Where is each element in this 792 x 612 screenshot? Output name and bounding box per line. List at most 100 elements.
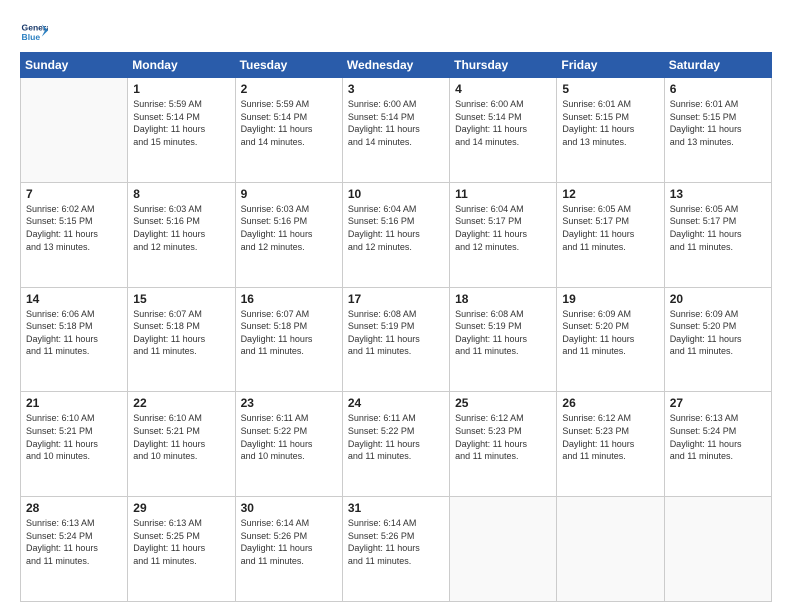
day-info: Sunrise: 6:00 AM Sunset: 5:14 PM Dayligh… — [348, 98, 444, 148]
day-info: Sunrise: 6:01 AM Sunset: 5:15 PM Dayligh… — [670, 98, 766, 148]
calendar-cell: 29 Sunrise: 6:13 AM Sunset: 5:25 PM Dayli… — [128, 497, 235, 602]
day-info: Sunrise: 6:05 AM Sunset: 5:17 PM Dayligh… — [670, 203, 766, 253]
day-number: 24 — [348, 396, 444, 410]
weekday-header-saturday: Saturday — [664, 53, 771, 78]
calendar-cell: 28 Sunrise: 6:13 AM Sunset: 5:24 PM Dayli… — [21, 497, 128, 602]
day-number: 18 — [455, 292, 551, 306]
calendar-cell: 3 Sunrise: 6:00 AM Sunset: 5:14 PM Daylig… — [342, 78, 449, 183]
day-number: 31 — [348, 501, 444, 515]
day-info: Sunrise: 6:07 AM Sunset: 5:18 PM Dayligh… — [133, 308, 229, 358]
calendar-cell: 18 Sunrise: 6:08 AM Sunset: 5:19 PM Dayli… — [450, 287, 557, 392]
day-number: 19 — [562, 292, 658, 306]
calendar-cell — [664, 497, 771, 602]
calendar-cell: 14 Sunrise: 6:06 AM Sunset: 5:18 PM Dayli… — [21, 287, 128, 392]
calendar-cell: 20Sunrise: 6:09 AM Sunset: 5:20 PM Dayli… — [664, 287, 771, 392]
day-number: 9 — [241, 187, 337, 201]
calendar-cell: 7 Sunrise: 6:02 AM Sunset: 5:15 PM Daylig… — [21, 182, 128, 287]
day-number: 6 — [670, 82, 766, 96]
header: General Blue — [20, 18, 772, 46]
day-info: Sunrise: 6:04 AM Sunset: 5:17 PM Dayligh… — [455, 203, 551, 253]
day-info: Sunrise: 6:13 AM Sunset: 5:25 PM Dayligh… — [133, 517, 229, 567]
calendar-cell: 10 Sunrise: 6:04 AM Sunset: 5:16 PM Dayli… — [342, 182, 449, 287]
calendar-cell: 12Sunrise: 6:05 AM Sunset: 5:17 PM Dayli… — [557, 182, 664, 287]
day-info: Sunrise: 6:11 AM Sunset: 5:22 PM Dayligh… — [241, 412, 337, 462]
day-info: Sunrise: 6:13 AM Sunset: 5:24 PM Dayligh… — [26, 517, 122, 567]
calendar-cell: 17 Sunrise: 6:08 AM Sunset: 5:19 PM Dayli… — [342, 287, 449, 392]
day-number: 13 — [670, 187, 766, 201]
week-row-4: 21 Sunrise: 6:10 AM Sunset: 5:21 PM Dayli… — [21, 392, 772, 497]
weekday-header-sunday: Sunday — [21, 53, 128, 78]
calendar-cell: 27 Sunrise: 6:13 AM Sunset: 5:24 PM Dayli… — [664, 392, 771, 497]
logo-icon: General Blue — [20, 18, 48, 46]
day-number: 10 — [348, 187, 444, 201]
calendar-cell: 21 Sunrise: 6:10 AM Sunset: 5:21 PM Dayli… — [21, 392, 128, 497]
day-info: Sunrise: 6:00 AM Sunset: 5:14 PM Dayligh… — [455, 98, 551, 148]
calendar-cell: 11 Sunrise: 6:04 AM Sunset: 5:17 PM Dayli… — [450, 182, 557, 287]
calendar-cell: 8 Sunrise: 6:03 AM Sunset: 5:16 PM Daylig… — [128, 182, 235, 287]
day-info: Sunrise: 6:10 AM Sunset: 5:21 PM Dayligh… — [26, 412, 122, 462]
weekday-header-monday: Monday — [128, 53, 235, 78]
calendar-cell: 23 Sunrise: 6:11 AM Sunset: 5:22 PM Dayli… — [235, 392, 342, 497]
day-info: Sunrise: 6:13 AM Sunset: 5:24 PM Dayligh… — [670, 412, 766, 462]
day-info: Sunrise: 6:12 AM Sunset: 5:23 PM Dayligh… — [562, 412, 658, 462]
calendar-cell — [21, 78, 128, 183]
day-info: Sunrise: 6:11 AM Sunset: 5:22 PM Dayligh… — [348, 412, 444, 462]
day-number: 30 — [241, 501, 337, 515]
calendar-cell: 16Sunrise: 6:07 AM Sunset: 5:18 PM Dayli… — [235, 287, 342, 392]
calendar-cell: 6 Sunrise: 6:01 AM Sunset: 5:15 PM Daylig… — [664, 78, 771, 183]
day-number: 23 — [241, 396, 337, 410]
day-number: 3 — [348, 82, 444, 96]
day-info: Sunrise: 6:10 AM Sunset: 5:21 PM Dayligh… — [133, 412, 229, 462]
day-number: 2 — [241, 82, 337, 96]
day-number: 5 — [562, 82, 658, 96]
day-info: Sunrise: 6:04 AM Sunset: 5:16 PM Dayligh… — [348, 203, 444, 253]
week-row-2: 7 Sunrise: 6:02 AM Sunset: 5:15 PM Daylig… — [21, 182, 772, 287]
day-number: 25 — [455, 396, 551, 410]
day-number: 1 — [133, 82, 229, 96]
calendar-cell: 5 Sunrise: 6:01 AM Sunset: 5:15 PM Daylig… — [557, 78, 664, 183]
calendar-cell: 9 Sunrise: 6:03 AM Sunset: 5:16 PM Daylig… — [235, 182, 342, 287]
weekday-header-friday: Friday — [557, 53, 664, 78]
day-number: 16 — [241, 292, 337, 306]
day-info: Sunrise: 6:09 AM Sunset: 5:20 PM Dayligh… — [670, 308, 766, 358]
week-row-3: 14 Sunrise: 6:06 AM Sunset: 5:18 PM Dayli… — [21, 287, 772, 392]
day-info: Sunrise: 6:03 AM Sunset: 5:16 PM Dayligh… — [241, 203, 337, 253]
day-info: Sunrise: 6:03 AM Sunset: 5:16 PM Dayligh… — [133, 203, 229, 253]
day-number: 8 — [133, 187, 229, 201]
day-info: Sunrise: 6:05 AM Sunset: 5:17 PM Dayligh… — [562, 203, 658, 253]
day-info: Sunrise: 6:02 AM Sunset: 5:15 PM Dayligh… — [26, 203, 122, 253]
day-info: Sunrise: 6:12 AM Sunset: 5:23 PM Dayligh… — [455, 412, 551, 462]
day-number: 11 — [455, 187, 551, 201]
calendar-cell: 13 Sunrise: 6:05 AM Sunset: 5:17 PM Dayli… — [664, 182, 771, 287]
day-info: Sunrise: 6:14 AM Sunset: 5:26 PM Dayligh… — [348, 517, 444, 567]
calendar-cell: 30 Sunrise: 6:14 AM Sunset: 5:26 PM Dayli… — [235, 497, 342, 602]
calendar-cell: 24 Sunrise: 6:11 AM Sunset: 5:22 PM Dayli… — [342, 392, 449, 497]
day-info: Sunrise: 5:59 AM Sunset: 5:14 PM Dayligh… — [241, 98, 337, 148]
day-number: 29 — [133, 501, 229, 515]
day-number: 28 — [26, 501, 122, 515]
day-info: Sunrise: 6:14 AM Sunset: 5:26 PM Dayligh… — [241, 517, 337, 567]
calendar-cell: 19Sunrise: 6:09 AM Sunset: 5:20 PM Dayli… — [557, 287, 664, 392]
day-info: Sunrise: 6:01 AM Sunset: 5:15 PM Dayligh… — [562, 98, 658, 148]
day-info: Sunrise: 6:06 AM Sunset: 5:18 PM Dayligh… — [26, 308, 122, 358]
day-number: 21 — [26, 396, 122, 410]
day-number: 27 — [670, 396, 766, 410]
page: General Blue SundayMondayTuesdayWednesda… — [0, 0, 792, 612]
weekday-header-row: SundayMondayTuesdayWednesdayThursdayFrid… — [21, 53, 772, 78]
day-number: 14 — [26, 292, 122, 306]
day-info: Sunrise: 6:08 AM Sunset: 5:19 PM Dayligh… — [455, 308, 551, 358]
day-info: Sunrise: 5:59 AM Sunset: 5:14 PM Dayligh… — [133, 98, 229, 148]
calendar-cell: 31 Sunrise: 6:14 AM Sunset: 5:26 PM Dayli… — [342, 497, 449, 602]
calendar-table: SundayMondayTuesdayWednesdayThursdayFrid… — [20, 52, 772, 602]
calendar-cell: 2 Sunrise: 5:59 AM Sunset: 5:14 PM Daylig… — [235, 78, 342, 183]
day-info: Sunrise: 6:08 AM Sunset: 5:19 PM Dayligh… — [348, 308, 444, 358]
week-row-5: 28 Sunrise: 6:13 AM Sunset: 5:24 PM Dayli… — [21, 497, 772, 602]
calendar-cell — [450, 497, 557, 602]
day-number: 7 — [26, 187, 122, 201]
calendar-cell: 26Sunrise: 6:12 AM Sunset: 5:23 PM Dayli… — [557, 392, 664, 497]
calendar-cell — [557, 497, 664, 602]
svg-text:Blue: Blue — [22, 32, 41, 42]
day-number: 17 — [348, 292, 444, 306]
day-number: 4 — [455, 82, 551, 96]
calendar-cell: 22Sunrise: 6:10 AM Sunset: 5:21 PM Dayli… — [128, 392, 235, 497]
